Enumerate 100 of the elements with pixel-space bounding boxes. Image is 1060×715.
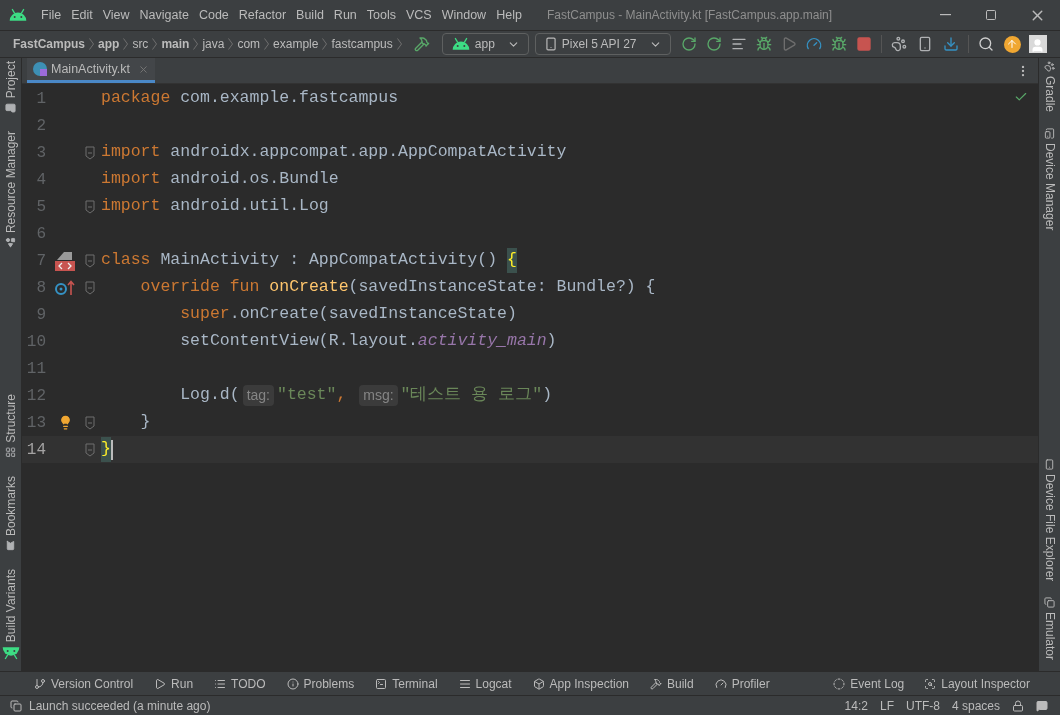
code-token: MainActivity : AppCompatActivity() (159, 249, 499, 272)
notification-icon[interactable] (1036, 699, 1048, 712)
close-icon[interactable] (137, 63, 149, 75)
line-number: 13 (25, 412, 46, 434)
sdk-manager-icon[interactable] (942, 36, 959, 52)
tool-window-button[interactable]: Build (650, 674, 694, 693)
code-token: android.os.Bundle (169, 168, 339, 191)
tool-window-button[interactable]: Event Log (833, 674, 905, 693)
tool-window-button[interactable]: Logcat (458, 674, 512, 693)
code-token: androidx.appcompat.app.AppCompatActivity (169, 141, 567, 164)
menu-item[interactable]: View (97, 5, 135, 25)
tool-window-tab[interactable]: Bookmarks (0, 472, 24, 554)
tool-window-tab[interactable]: Device File Explorer (1036, 455, 1060, 584)
menu-item[interactable]: Code (193, 5, 234, 25)
tool-window-button[interactable]: Problems (286, 674, 355, 693)
event-log-icon (833, 677, 846, 690)
apply-code-changes-icon[interactable] (730, 36, 747, 52)
parameter-hint: msg: (359, 385, 398, 406)
caret-position[interactable]: 14:2 (844, 696, 868, 715)
chevron-icon (89, 38, 95, 50)
avatar-icon[interactable] (1028, 35, 1047, 53)
stop-icon[interactable] (855, 36, 872, 52)
layout-file-icon[interactable] (54, 249, 76, 272)
chevron-icon (152, 38, 158, 50)
attach-debugger-icon[interactable] (830, 36, 847, 52)
fold-marker-icon[interactable] (85, 280, 95, 295)
tool-window-tab[interactable]: Device Manager (1036, 125, 1060, 234)
tool-window-button[interactable]: Run (154, 674, 194, 693)
menu-item[interactable]: Edit (66, 5, 98, 25)
line-number: 11 (25, 358, 46, 380)
tool-window-button[interactable]: Profiler (714, 674, 770, 693)
chevron-icon (396, 38, 402, 50)
editor-tab[interactable]: MainActivity.kt (27, 58, 155, 83)
menu-item[interactable]: Run (328, 5, 362, 25)
menu-item[interactable]: VCS (401, 5, 437, 25)
search-icon[interactable] (977, 36, 994, 52)
tool-window-tab[interactable]: Emulator (1036, 593, 1060, 663)
code-token: onCreate (269, 276, 349, 299)
fold-marker-icon[interactable] (85, 415, 95, 430)
line-number: 8 (35, 277, 46, 299)
tool-window-tab[interactable]: Gradle (1036, 58, 1060, 116)
line-separator[interactable]: LF (879, 696, 894, 715)
branch-icon (34, 677, 46, 690)
code-token: .onCreate(savedInstanceState) (229, 303, 517, 326)
menu-item[interactable]: Refactor (233, 5, 292, 25)
code-token: super (179, 303, 230, 326)
tool-window-button[interactable]: App Inspection (532, 674, 629, 693)
terminal-icon (375, 677, 388, 690)
run-config-dropdown[interactable]: app (441, 33, 529, 55)
file-encoding[interactable]: UTF-8 (905, 696, 940, 715)
menu-item[interactable]: Build (291, 5, 329, 25)
tool-window-button[interactable]: TODO (214, 674, 266, 693)
line-number: 1 (35, 88, 46, 110)
menu-item[interactable]: Navigate (134, 5, 194, 25)
breadcrumb[interactable]: app (98, 35, 120, 53)
kotlin-file-icon (33, 62, 47, 76)
tool-window-tab[interactable]: Build Variants (0, 565, 25, 663)
android-icon (450, 37, 471, 51)
fold-marker-icon[interactable] (85, 442, 95, 457)
emulator-icon (1044, 596, 1055, 608)
rerun-icon[interactable] (680, 36, 697, 52)
tool-window-tab[interactable]: Resource Manager (0, 128, 24, 252)
minimize-icon (939, 14, 951, 16)
hammer-icon[interactable] (413, 36, 430, 52)
breadcrumb[interactable]: main (161, 35, 190, 53)
menu-item[interactable]: Tools (361, 5, 401, 25)
menu-item[interactable]: Window (436, 5, 492, 25)
breadcrumb[interactable]: src (132, 35, 149, 53)
indent-setting[interactable]: 4 spaces (951, 696, 1000, 715)
code-token: "테스트 용 로그" (400, 384, 543, 407)
folder-icon (5, 102, 16, 114)
panels-icon[interactable] (10, 699, 22, 712)
breadcrumb[interactable]: java (202, 35, 225, 53)
tool-window-button[interactable]: Terminal (375, 674, 438, 693)
status-message[interactable]: Launch succeeded (a minute ago) (29, 696, 211, 715)
tool-window-button[interactable]: Version Control (34, 674, 134, 693)
lock-icon[interactable] (1012, 699, 1024, 712)
fold-marker-icon[interactable] (85, 253, 95, 268)
apply-changes-icon[interactable] (705, 36, 722, 52)
device-dropdown[interactable]: Pixel 5 API 27 (534, 33, 671, 55)
info-icon (286, 677, 299, 690)
update-icon[interactable] (1003, 35, 1021, 53)
tool-window-button[interactable]: Layout Inspector (924, 674, 1030, 693)
tool-window-tab[interactable]: Structure (0, 391, 24, 461)
line-number: 7 (35, 250, 46, 272)
bookmark-icon (5, 539, 16, 551)
tool-window-tab[interactable]: Project (0, 58, 24, 117)
breadcrumb[interactable]: example (273, 35, 319, 53)
play-icon (154, 677, 167, 690)
chevron-icon (123, 38, 129, 50)
breadcrumb[interactable]: FastCampus (13, 35, 86, 53)
fold-marker-icon[interactable] (85, 145, 95, 160)
gauge-icon[interactable] (805, 36, 822, 52)
menu-item[interactable]: Help (491, 5, 527, 25)
debug-icon[interactable] (755, 36, 772, 52)
menu-item[interactable]: File (36, 5, 67, 25)
breadcrumb[interactable]: fastcampus (331, 35, 393, 53)
override-icon[interactable] (54, 279, 76, 296)
fold-marker-icon[interactable] (85, 199, 95, 214)
breadcrumb[interactable]: com (237, 35, 261, 53)
